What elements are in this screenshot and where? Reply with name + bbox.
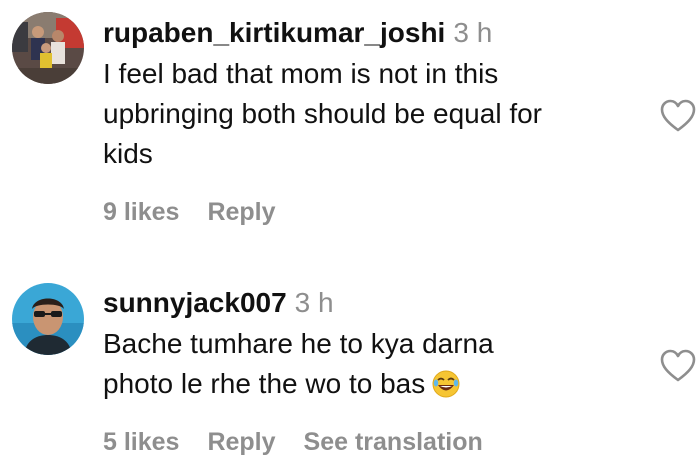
likes-count-button[interactable]: 9 likes: [103, 198, 179, 226]
username[interactable]: sunnyjack007: [103, 287, 287, 318]
comment-actions: 9 likes Reply: [103, 198, 304, 227]
comment-line: photo le rhe the wo to bas: [103, 368, 426, 399]
comment-line: upbringing both should be equal for: [103, 98, 543, 129]
family-photo-avatar-icon: [12, 12, 84, 84]
username[interactable]: rupaben_kirtikumar_joshi: [103, 17, 445, 48]
see-translation-button[interactable]: See translation: [304, 428, 483, 456]
comment-line-with-emoji: photo le rhe the wo to bas: [103, 364, 643, 410]
reply-button[interactable]: Reply: [207, 428, 275, 456]
comment-line: I feel bad that mom is not in this: [103, 58, 499, 89]
comment-line: Bache tumhare he to kya darna: [103, 328, 494, 359]
avatar[interactable]: [12, 283, 84, 355]
timestamp: 3 h: [294, 287, 334, 318]
laughing-emoji-icon: [431, 369, 461, 410]
timestamp: 3 h: [453, 17, 493, 48]
selfie-photo-avatar-icon: [12, 283, 84, 355]
comment-line: kids: [103, 138, 153, 169]
likes-count-button[interactable]: 5 likes: [103, 428, 179, 456]
heart-outline-icon: [660, 99, 696, 132]
comment-text: Bache tumhare he to kya darna photo le r…: [103, 324, 643, 410]
avatar[interactable]: [12, 12, 84, 84]
heart-outline-icon: [660, 349, 696, 382]
comment-header: sunnyjack007 3 h: [103, 286, 643, 320]
comment-text: I feel bad that mom is not in this upbri…: [103, 54, 643, 174]
reply-button[interactable]: Reply: [207, 198, 275, 226]
like-button[interactable]: [660, 99, 696, 133]
like-button[interactable]: [660, 349, 696, 383]
comment-header: rupaben_kirtikumar_joshi 3 h: [103, 16, 643, 50]
comment-actions: 5 likes Reply See translation: [103, 428, 511, 457]
